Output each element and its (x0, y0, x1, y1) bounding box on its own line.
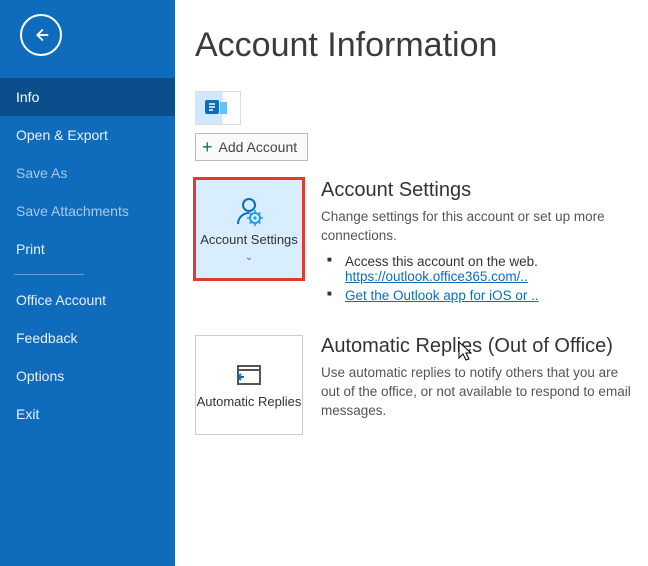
sidebar-item-save-as: Save As (0, 154, 175, 192)
account-settings-heading: Account Settings (321, 179, 638, 202)
add-account-label: Add Account (219, 139, 298, 155)
sidebar-item-save-attachments: Save Attachments (0, 192, 175, 230)
add-account-button[interactable]: + Add Account (195, 133, 308, 161)
sidebar-item-exit[interactable]: Exit (0, 395, 175, 433)
account-settings-bullet-app: Get the Outlook app for iOS or .. (327, 288, 638, 303)
account-settings-section: Account Settings Change settings for thi… (321, 179, 638, 307)
exchange-icon (195, 91, 241, 125)
automatic-replies-section: Automatic Replies (Out of Office) Use au… (321, 335, 638, 429)
sidebar-item-info[interactable]: Info (0, 78, 175, 116)
sidebar-item-open-export[interactable]: Open & Export (0, 116, 175, 154)
plus-icon: + (202, 138, 213, 156)
automatic-replies-tile-label: Automatic Replies (197, 394, 302, 410)
account-settings-tile-label: Account Settings ⌄ (196, 232, 302, 264)
automatic-replies-desc: Use automatic replies to notify others t… (321, 364, 638, 421)
sidebar-item-print[interactable]: Print (0, 230, 175, 268)
automatic-replies-heading: Automatic Replies (Out of Office) (321, 335, 638, 358)
account-settings-desc: Change settings for this account or set … (321, 208, 638, 246)
sidebar-item-feedback[interactable]: Feedback (0, 319, 175, 357)
page-title: Account Information (195, 26, 638, 65)
account-settings-tile[interactable]: Account Settings ⌄ (195, 179, 303, 279)
account-settings-bullet-web: Access this account on the web. https://… (327, 254, 638, 284)
sidebar-item-options[interactable]: Options (0, 357, 175, 395)
mobile-app-link[interactable]: Get the Outlook app for iOS or .. (345, 288, 539, 303)
arrow-left-icon (30, 24, 52, 46)
chevron-down-icon: ⌄ (245, 252, 253, 263)
sidebar-separator (14, 274, 84, 275)
account-selector[interactable] (195, 91, 638, 125)
automatic-replies-tile[interactable]: Automatic Replies (195, 335, 303, 435)
automatic-replies-icon (232, 360, 266, 390)
back-button[interactable] (20, 14, 62, 56)
sidebar: Info Open & Export Save As Save Attachme… (0, 0, 175, 566)
main-panel: Account Information + Add Account Accoun… (175, 0, 648, 566)
person-gear-icon (232, 194, 266, 228)
sidebar-item-office-account[interactable]: Office Account (0, 281, 175, 319)
owa-link[interactable]: https://outlook.office365.com/.. (345, 269, 528, 284)
